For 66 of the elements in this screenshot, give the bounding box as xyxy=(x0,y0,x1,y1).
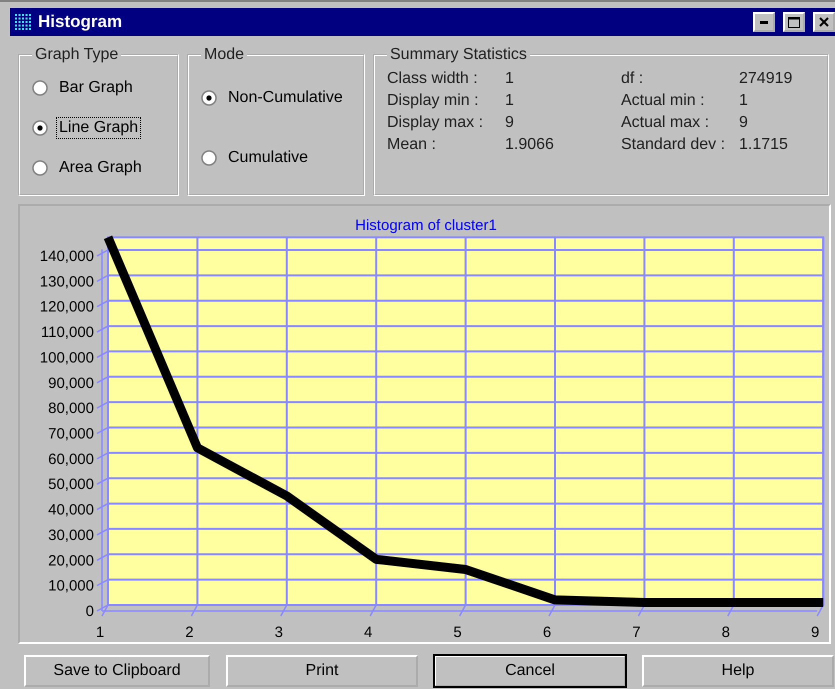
y-tick-label: 70,000 xyxy=(48,426,94,442)
minimize-button[interactable] xyxy=(753,12,775,32)
close-icon xyxy=(819,17,829,27)
y-tick-label: 20,000 xyxy=(48,552,94,570)
radio-button[interactable] xyxy=(32,120,48,136)
group-label: Summary Statistics xyxy=(389,46,528,64)
stat-label: Standard dev : xyxy=(621,136,726,154)
radio-button[interactable] xyxy=(201,90,217,106)
maximize-icon xyxy=(788,16,800,28)
stat-value: 1.9066 xyxy=(505,136,555,154)
radio-label[interactable]: Line Graph xyxy=(56,117,142,139)
y-tick-label: 140,000 xyxy=(40,248,94,265)
x-tick-label: 1 xyxy=(96,624,104,641)
x-tick-label: 9 xyxy=(811,624,820,641)
stat-value: 274919 xyxy=(739,70,794,88)
y-tick-label: 10,000 xyxy=(48,578,94,595)
dialog-button[interactable]: Print xyxy=(226,655,418,687)
close-button[interactable] xyxy=(813,12,835,32)
stat-value: 1 xyxy=(739,92,749,110)
minimize-icon xyxy=(760,20,768,24)
stat-label: Display max : xyxy=(387,114,484,132)
radio-button[interactable] xyxy=(32,160,48,176)
y-tick-label: 40,000 xyxy=(48,502,94,519)
x-tick-label: 2 xyxy=(185,624,194,641)
stat-value: 9 xyxy=(505,114,515,132)
radio-button[interactable] xyxy=(201,150,217,166)
stat-label: Actual max : xyxy=(621,114,710,132)
x-tick-label: 8 xyxy=(722,624,730,641)
y-tick-label: 80,000 xyxy=(48,400,94,418)
x-tick-label: 4 xyxy=(364,624,372,641)
y-tick-label: 30,000 xyxy=(48,526,94,544)
dialog-button[interactable]: Cancel xyxy=(434,655,626,687)
chart-title: Histogram of cluster1 xyxy=(355,217,497,234)
stat-value: 1 xyxy=(505,70,515,88)
y-tick-label: 60,000 xyxy=(48,450,94,468)
radio-label[interactable]: Cumulative xyxy=(225,147,312,169)
y-tick-label: 120,000 xyxy=(40,298,94,316)
dialog-button[interactable]: Help xyxy=(642,655,834,687)
x-tick-label: 5 xyxy=(453,624,462,641)
y-tick-label: 130,000 xyxy=(40,273,94,290)
y-tick-label: 110,000 xyxy=(40,324,94,342)
radio-label[interactable]: Bar Graph xyxy=(56,77,136,99)
y-tick-label: 0 xyxy=(86,603,94,620)
y-tick-label: 100,000 xyxy=(40,349,94,366)
radio-label[interactable]: Area Graph xyxy=(56,157,145,179)
x-tick-label: 6 xyxy=(542,624,552,641)
group-label: Mode xyxy=(203,46,246,64)
stat-value: 9 xyxy=(739,114,749,132)
stat-value: 1 xyxy=(505,92,515,110)
radio-label[interactable]: Non-Cumulative xyxy=(225,87,346,109)
dialog-button[interactable]: Save to Clipboard xyxy=(24,655,210,687)
y-tick-label: 50,000 xyxy=(48,476,94,494)
stat-label: Class width : xyxy=(387,70,479,88)
stat-label: Display min : xyxy=(387,92,480,110)
stat-label: df : xyxy=(621,70,644,88)
radio-button[interactable] xyxy=(32,80,48,96)
maximize-button[interactable] xyxy=(783,12,805,32)
y-tick-label: 90,000 xyxy=(48,374,94,392)
grid-icon xyxy=(14,13,32,31)
stat-value: 1.1715 xyxy=(739,136,789,154)
stat-label: Mean : xyxy=(387,136,437,154)
stat-label: Actual min : xyxy=(621,92,706,110)
x-tick-label: 7 xyxy=(632,624,641,641)
x-tick-label: 3 xyxy=(274,624,283,641)
window-title: Histogram xyxy=(38,12,124,32)
group-label: Graph Type xyxy=(34,46,120,64)
